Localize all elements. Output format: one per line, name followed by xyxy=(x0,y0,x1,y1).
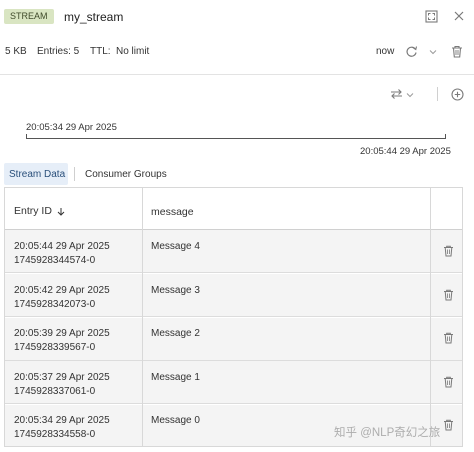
delete-key-trash-icon[interactable] xyxy=(450,44,464,58)
entry-timestamp: 20:05:34 29 Apr 2025 xyxy=(14,415,110,426)
watermark-text: 知乎 @NLP奇幻之旅 xyxy=(334,427,441,439)
timeline-range-slider[interactable] xyxy=(26,138,446,139)
entry-message: Message 3 xyxy=(151,285,200,296)
tab-consumer-groups[interactable]: Consumer Groups xyxy=(85,169,167,180)
sort-arrow-down-icon xyxy=(57,207,65,216)
entry-timestamp: 20:05:37 29 Apr 2025 xyxy=(14,372,110,383)
timeline-end-label: 20:05:44 29 Apr 2025 xyxy=(360,146,451,157)
refresh-icon[interactable] xyxy=(404,44,418,58)
add-entry-plus-icon[interactable] xyxy=(450,87,464,101)
delete-entry-trash-icon[interactable] xyxy=(441,375,455,389)
close-icon[interactable] xyxy=(452,9,466,23)
entry-message: Message 0 xyxy=(151,415,200,426)
delete-entry-trash-icon[interactable] xyxy=(441,418,455,432)
column-header-entry-id-label: Entry ID xyxy=(14,205,52,217)
timeline-end-tick xyxy=(445,134,446,139)
header-divider xyxy=(0,74,474,75)
tab-stream-data[interactable]: Stream Data xyxy=(9,169,65,180)
key-type-badge: STREAM xyxy=(4,9,54,24)
entry-id: 1745928334558-0 xyxy=(14,429,96,440)
entries-count: Entries: 5 xyxy=(37,46,80,57)
timeline-start-label: 20:05:34 29 Apr 2025 xyxy=(26,122,117,133)
delete-entry-trash-icon[interactable] xyxy=(441,288,455,302)
column-header-entry-id[interactable]: Entry ID xyxy=(14,205,65,217)
entry-message: Message 1 xyxy=(151,372,200,383)
entry-message: Message 2 xyxy=(151,328,200,339)
column-header-message[interactable]: message xyxy=(151,206,194,218)
column-divider xyxy=(142,188,143,446)
delete-entry-trash-icon[interactable] xyxy=(441,331,455,345)
fullscreen-icon[interactable] xyxy=(424,9,438,23)
key-name: my_stream xyxy=(64,10,124,24)
columns-chevron-down-icon[interactable] xyxy=(405,90,415,100)
last-refresh-label: now xyxy=(376,46,395,57)
entry-id: 1745928339567-0 xyxy=(14,342,96,353)
entry-id: 1745928342073-0 xyxy=(14,299,96,310)
refresh-options-chevron-down-icon[interactable] xyxy=(428,47,438,57)
key-size: 5 KB xyxy=(5,46,27,57)
entry-timestamp: 20:05:42 29 Apr 2025 xyxy=(14,285,110,296)
ttl-label: TTL: xyxy=(90,46,111,57)
entry-id: 1745928344574-0 xyxy=(14,255,96,266)
delete-entry-trash-icon[interactable] xyxy=(441,244,455,258)
entry-timestamp: 20:05:39 29 Apr 2025 xyxy=(14,328,110,339)
swap-columns-icon[interactable] xyxy=(389,87,403,101)
entry-id: 1745928337061-0 xyxy=(14,386,96,397)
table-row[interactable] xyxy=(5,318,462,361)
entry-message: Message 4 xyxy=(151,241,200,252)
column-divider xyxy=(430,188,431,446)
tab-divider xyxy=(74,167,75,181)
ttl-value: No limit xyxy=(116,46,150,57)
toolbar-divider xyxy=(437,87,438,101)
entry-timestamp: 20:05:44 29 Apr 2025 xyxy=(14,241,110,252)
